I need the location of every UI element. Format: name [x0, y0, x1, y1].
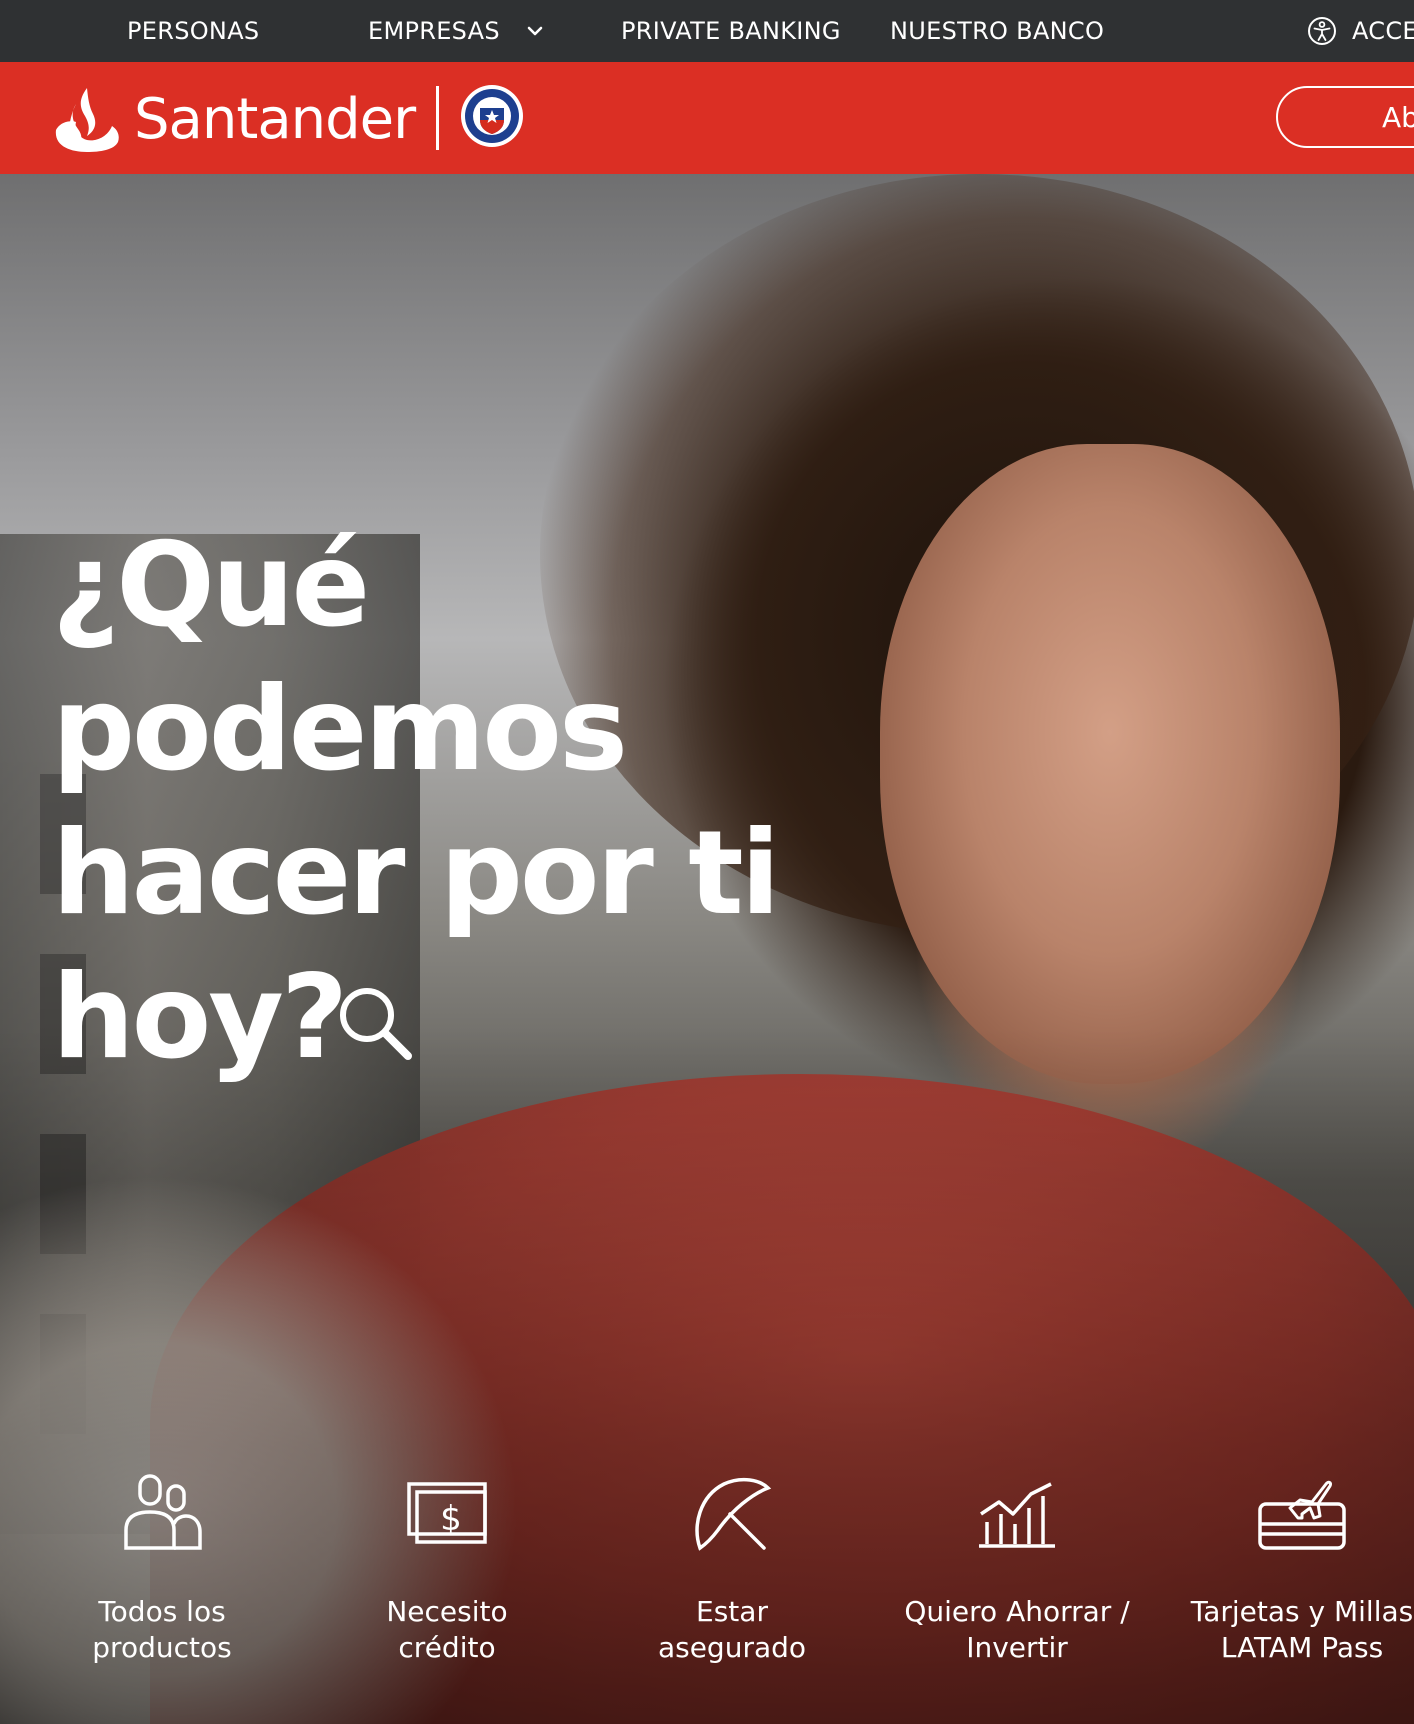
tile-label-line: Todos los: [98, 1595, 226, 1628]
top-navigation: PERSONAS EMPRESAS PRIVATE BANKING NUESTR…: [0, 0, 1414, 62]
quick-access-tiles: Todos los productos $ Necesito crédito E…: [0, 1474, 1414, 1714]
umbrella-icon: [695, 1477, 772, 1551]
tile-todos-los-productos[interactable]: Todos los productos: [42, 1474, 282, 1714]
chevron-down-icon: [527, 26, 543, 36]
accessibility-icon: [1308, 17, 1336, 45]
svg-text:$: $: [440, 1499, 462, 1539]
tile-label-line: crédito: [398, 1631, 496, 1664]
nav-item-private-banking[interactable]: PRIVATE BANKING: [621, 0, 841, 62]
brand-name: Santander: [134, 86, 416, 152]
nav-item-personas[interactable]: PERSONAS: [127, 0, 259, 62]
users-icon: [124, 1474, 202, 1550]
tile-label-line: Quiero Ahorrar /: [904, 1595, 1130, 1628]
santander-flame-icon: [55, 88, 119, 152]
tile-label-line: LATAM Pass: [1220, 1631, 1384, 1664]
nav-item-label: NUESTRO BANCO: [890, 17, 1105, 45]
brand-header: Santander Ab: [0, 62, 1414, 174]
headline-line: podemos: [52, 662, 628, 797]
headline-line: ¿Qué: [52, 518, 370, 653]
search-icon[interactable]: [334, 982, 418, 1066]
tile-label-line: Estar: [696, 1595, 768, 1628]
tile-label-line: Invertir: [966, 1631, 1068, 1664]
tile-tarjetas-millas[interactable]: Tarjetas y Millas LATAM Pass: [1182, 1474, 1414, 1714]
chart-icon: [979, 1482, 1055, 1548]
open-account-button[interactable]: Ab: [1276, 86, 1414, 148]
tile-quiero-ahorrar-invertir[interactable]: Quiero Ahorrar / Invertir: [897, 1474, 1137, 1714]
nav-item-label: PRIVATE BANKING: [621, 17, 841, 45]
nav-item-label: ACCES: [1352, 17, 1414, 45]
open-account-button-label: Ab: [1382, 100, 1414, 134]
tile-label-line: asegurado: [657, 1631, 807, 1664]
santander-logo[interactable]: Santander: [52, 84, 416, 154]
football-federation-badge-icon: [461, 85, 523, 147]
nav-item-empresas[interactable]: EMPRESAS: [368, 0, 544, 62]
header-divider: [436, 86, 439, 150]
headline-line: hacer por ti: [52, 806, 780, 941]
nav-item-accesibilidad[interactable]: ACCES: [1306, 0, 1414, 62]
tile-estar-asegurado[interactable]: Estar asegurado: [612, 1474, 852, 1714]
tile-necesito-credito[interactable]: $ Necesito crédito: [327, 1474, 567, 1714]
tile-label-line: Tarjetas y Millas: [1190, 1595, 1414, 1628]
nav-item-label: EMPRESAS: [368, 17, 500, 45]
hero-banner: ¿Qué podemos hacer por ti hoy? Todos los…: [0, 174, 1414, 1724]
nav-item-label: PERSONAS: [127, 17, 260, 45]
cash-icon: $: [407, 1482, 487, 1544]
tile-label-line: Necesito: [386, 1595, 508, 1628]
card-plane-icon: [1258, 1480, 1346, 1550]
nav-item-nuestro-banco[interactable]: NUESTRO BANCO: [890, 0, 1104, 62]
tile-label-line: productos: [92, 1631, 232, 1664]
